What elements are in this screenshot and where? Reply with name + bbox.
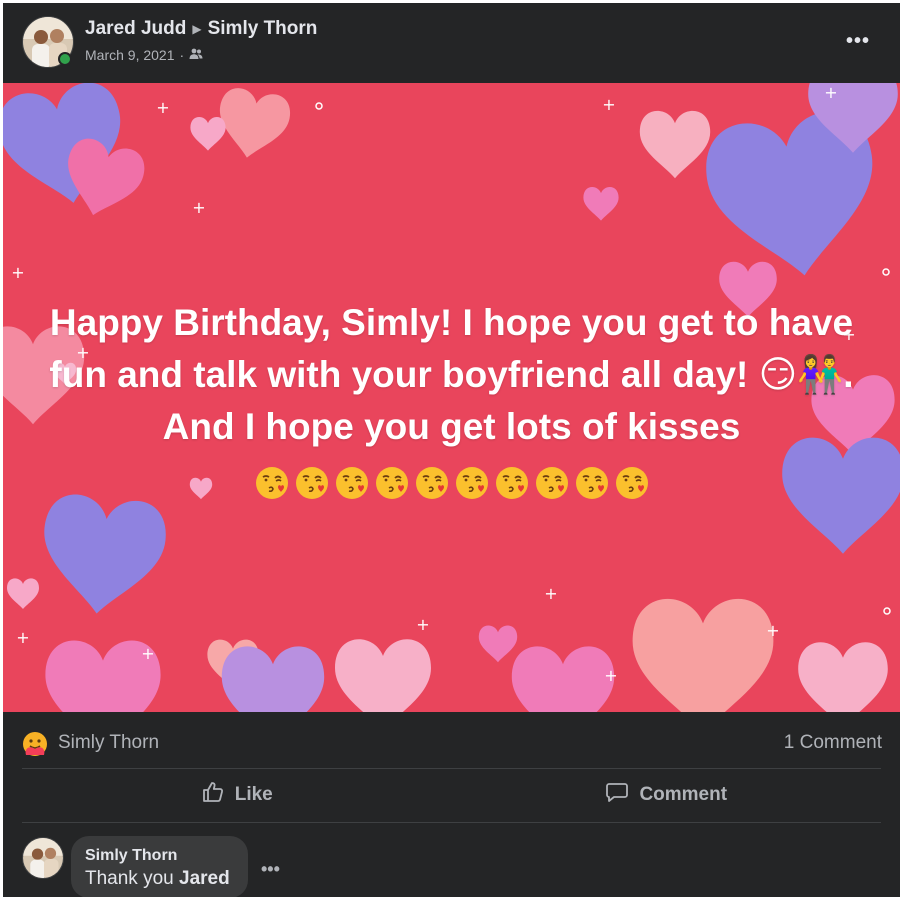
svg-text:+: + bbox=[156, 98, 169, 117]
svg-text:+: + bbox=[602, 95, 615, 114]
reactions-bar: Simly Thorn 1 Comment bbox=[3, 712, 900, 768]
comment-bubble: Simly Thorn Thank you Jared bbox=[71, 836, 248, 897]
kissing-face-emoji bbox=[534, 463, 570, 500]
kissing-face-emoji bbox=[334, 463, 370, 500]
online-status-dot bbox=[58, 52, 72, 66]
kissing-face-emoji bbox=[574, 463, 610, 500]
comment-label: Comment bbox=[639, 784, 728, 805]
kissing-face-emoji bbox=[374, 463, 410, 500]
comment-mention[interactable]: Jared bbox=[179, 868, 230, 889]
author-name[interactable]: Jared Judd bbox=[85, 18, 186, 40]
post-message: Happy Birthday, Simly! I hope you get to… bbox=[33, 297, 870, 505]
kissing-face-emoji bbox=[254, 463, 290, 500]
kissing-face-emoji bbox=[494, 463, 530, 500]
friends-icon[interactable] bbox=[189, 47, 203, 63]
svg-text:+: + bbox=[824, 83, 837, 102]
comment-author[interactable]: Simly Thorn bbox=[85, 847, 234, 865]
speech-bubble-icon bbox=[605, 780, 629, 810]
comment-text-prefix: Thank you bbox=[85, 868, 179, 889]
kissing-face-emoji bbox=[294, 463, 330, 500]
svg-text:+: + bbox=[141, 644, 154, 663]
recipient-name[interactable]: Simly Thorn bbox=[208, 18, 318, 40]
comment-count[interactable]: 1 Comment bbox=[784, 732, 882, 754]
post-background-banner: + + + + + + + + + + + + + Happy Birthday… bbox=[3, 83, 900, 712]
svg-text:+: + bbox=[604, 666, 617, 685]
commenter-avatar[interactable] bbox=[22, 837, 64, 879]
svg-text:+: + bbox=[544, 584, 557, 603]
date-separator: · bbox=[179, 47, 185, 63]
post-message-text: Happy Birthday, Simly! I hope you get to… bbox=[49, 302, 854, 447]
comment-text: Thank you Jared bbox=[85, 868, 234, 890]
post-actions: Like Comment bbox=[22, 769, 881, 821]
care-reaction-icon[interactable] bbox=[22, 731, 48, 757]
divider bbox=[22, 822, 881, 823]
post-header: Jared Judd ▶ Simly Thorn March 9, 2021 ·… bbox=[3, 3, 900, 83]
comment-options-button[interactable]: ••• bbox=[261, 859, 280, 880]
post-options-button[interactable]: ••• bbox=[843, 29, 873, 53]
reactor-names[interactable]: Simly Thorn bbox=[58, 732, 159, 754]
svg-text:+: + bbox=[16, 628, 29, 647]
post-card: Jared Judd ▶ Simly Thorn March 9, 2021 ·… bbox=[3, 3, 900, 897]
kissing-face-emoji bbox=[454, 463, 490, 500]
svg-text:+: + bbox=[416, 615, 429, 634]
triangle-right-icon: ▶ bbox=[192, 22, 202, 36]
svg-text:+: + bbox=[192, 198, 205, 217]
svg-text:+: + bbox=[766, 621, 779, 640]
kissing-face-emoji bbox=[614, 463, 650, 500]
kissing-face-emoji bbox=[414, 463, 450, 500]
thumbs-up-icon bbox=[201, 780, 225, 810]
svg-text:+: + bbox=[11, 263, 24, 282]
post-date[interactable]: March 9, 2021 bbox=[85, 47, 175, 63]
like-label: Like bbox=[234, 784, 273, 805]
comment-button[interactable]: Comment bbox=[452, 769, 882, 821]
like-button[interactable]: Like bbox=[22, 769, 452, 821]
kiss-emoji-row bbox=[254, 463, 650, 500]
